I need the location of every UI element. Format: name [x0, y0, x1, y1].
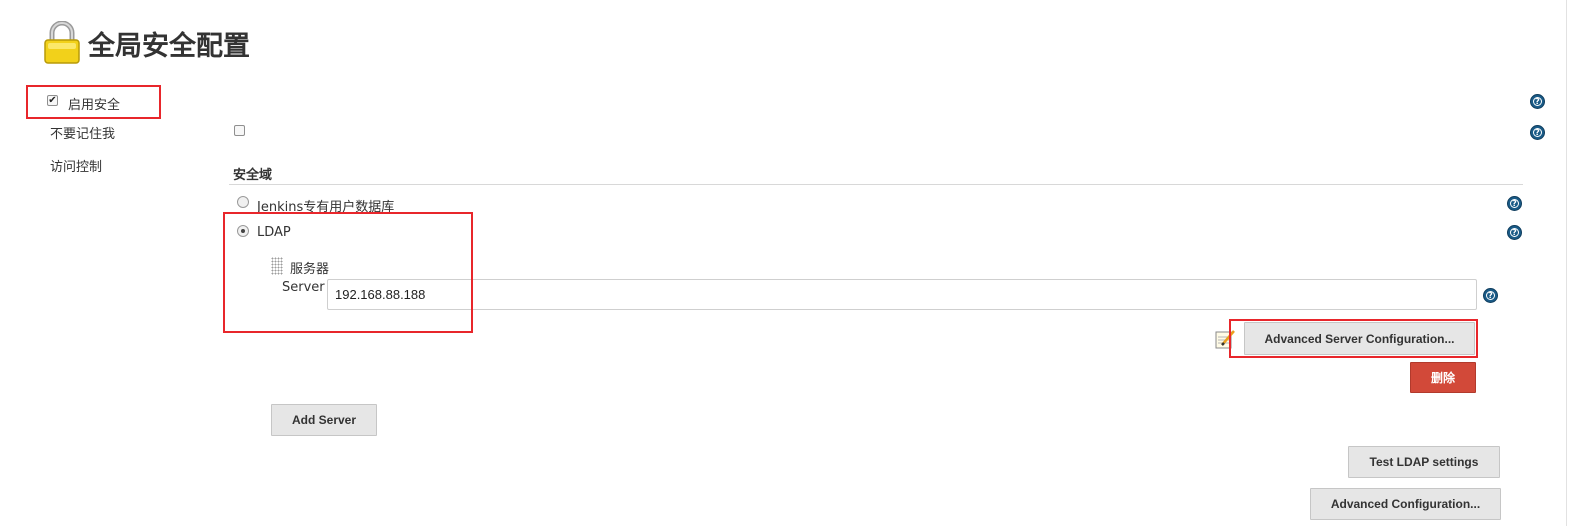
dont-remember-me-checkbox[interactable] [234, 125, 245, 136]
page-title: 全局安全配置 [88, 31, 250, 62]
radio-jenkins-user-db[interactable] [237, 196, 249, 208]
dont-remember-me-label: 不要记住我 [50, 127, 116, 142]
access-control-label: 访问控制 [50, 160, 103, 175]
delete-server-button[interactable]: 删除 [1410, 362, 1476, 393]
radio-ldap-label: LDAP [257, 225, 291, 240]
security-realm-heading: 安全域 [233, 168, 273, 183]
radio-ldap[interactable] [237, 225, 249, 237]
advanced-configuration-button[interactable]: Advanced Configuration... [1310, 488, 1501, 520]
enable-security-label: 启用安全 [68, 98, 121, 113]
help-icon[interactable]: ? [1507, 196, 1522, 211]
server-label: Server [282, 280, 325, 295]
help-icon[interactable]: ? [1530, 94, 1545, 109]
server-block-title: 服务器 [290, 262, 330, 277]
drag-handle-icon[interactable] [271, 257, 283, 275]
advanced-server-configuration-button[interactable]: Advanced Server Configuration... [1244, 322, 1475, 355]
notepad-icon [1214, 328, 1236, 350]
server-input[interactable] [327, 279, 1477, 310]
help-icon[interactable]: ? [1507, 225, 1522, 240]
section-divider [229, 184, 1523, 185]
help-icon[interactable]: ? [1530, 125, 1545, 140]
lock-icon [42, 20, 82, 65]
enable-security-checkbox[interactable]: ✔ [47, 95, 58, 106]
test-ldap-settings-button[interactable]: Test LDAP settings [1348, 446, 1500, 478]
radio-jenkins-user-db-label: Jenkins专有用户数据库 [257, 200, 395, 215]
add-server-button[interactable]: Add Server [271, 404, 377, 436]
help-icon[interactable]: ? [1483, 288, 1498, 303]
scrollbar-track[interactable] [1566, 0, 1567, 526]
